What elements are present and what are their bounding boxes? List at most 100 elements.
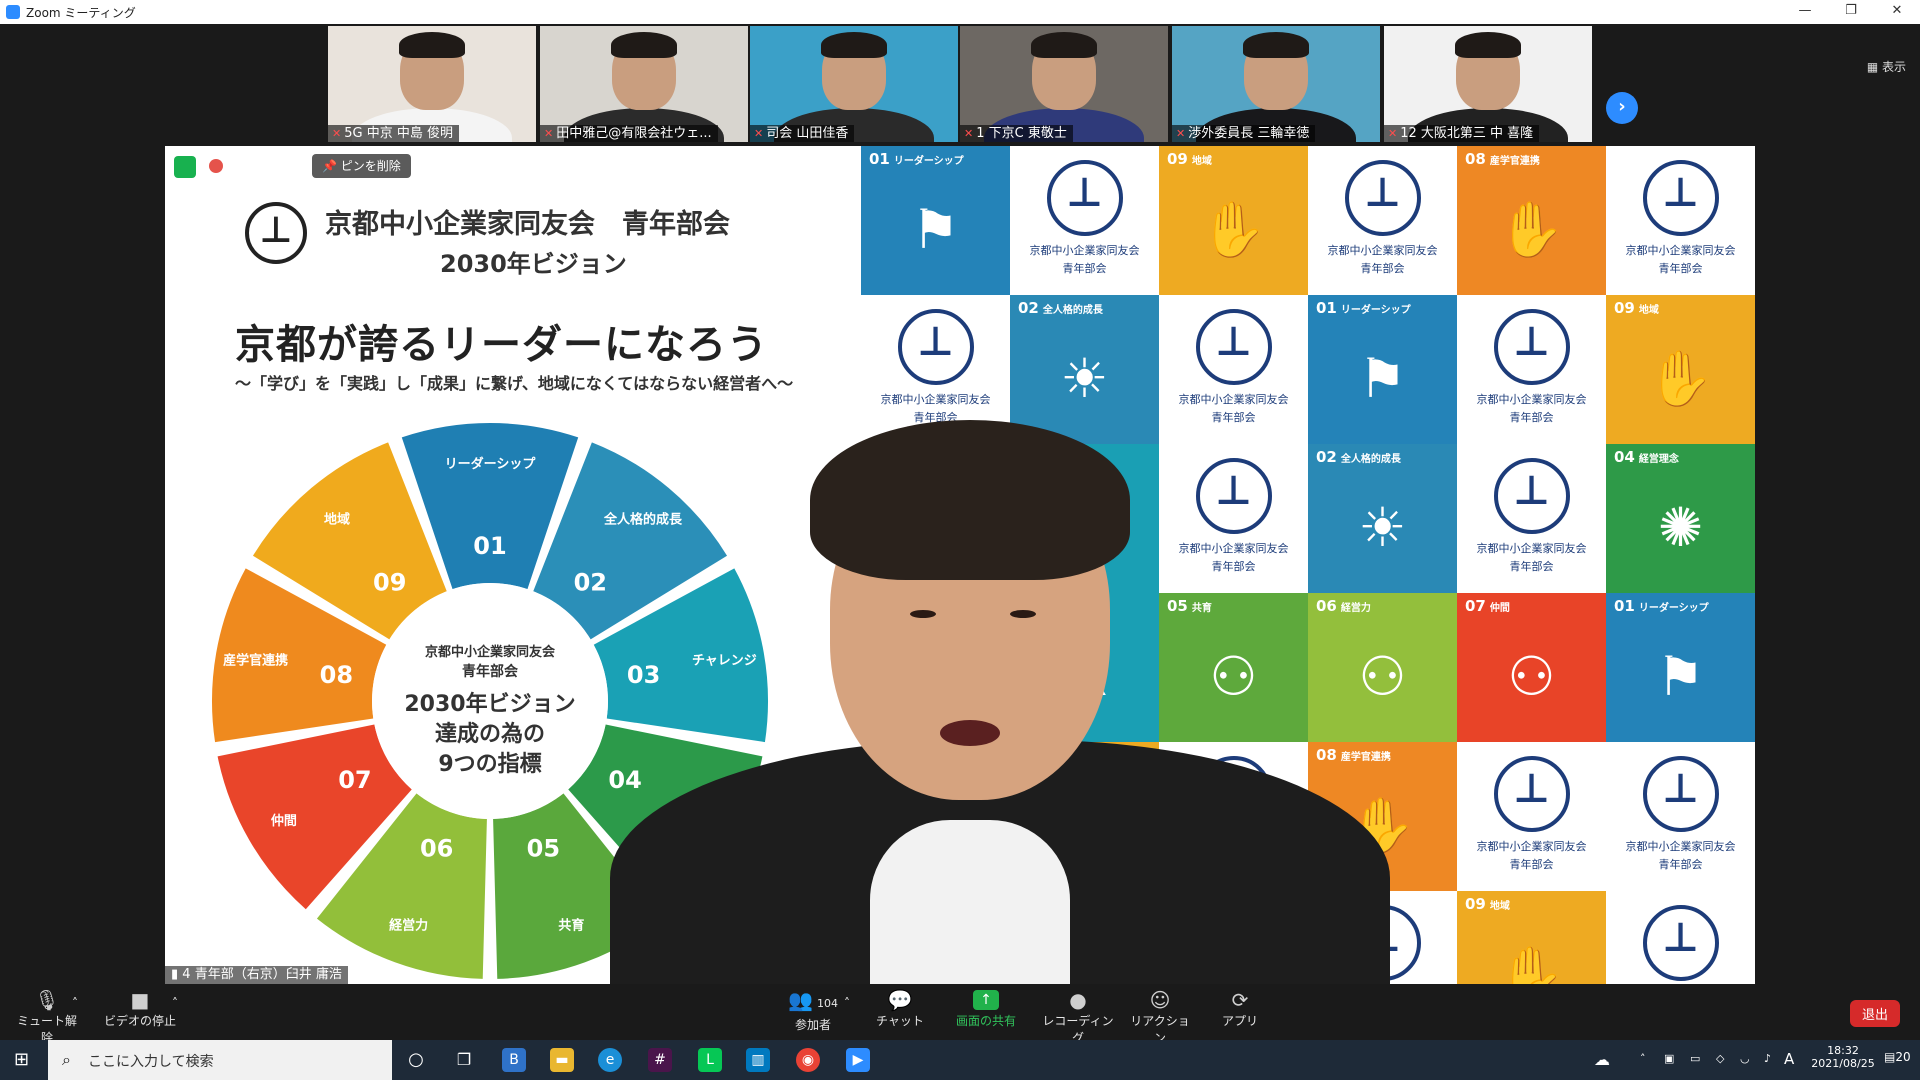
participants-button[interactable]: 👥 104 参加者 xyxy=(768,988,858,1033)
muted-mic-icon: ✕ xyxy=(964,127,974,140)
participant-thumbnail[interactable]: ✕ 田中雅己@有限会社ウェ... xyxy=(540,26,748,142)
goal-tile-header: 09地域 xyxy=(1614,299,1659,317)
wheel-segment-label: 仲間 xyxy=(271,813,297,829)
participant-hair xyxy=(399,32,465,58)
windows-start-icon[interactable]: ⊞ xyxy=(14,1051,32,1069)
apps-button[interactable]: ⟳ アプリ xyxy=(1220,988,1260,1029)
video-options-caret-icon[interactable]: ˄ xyxy=(168,996,182,1010)
logo-tile-line: 京都中小企業家同友会 xyxy=(880,393,991,406)
slack-icon[interactable]: # xyxy=(648,1048,672,1072)
logo-tile-line: 京都中小企業家同友会 xyxy=(1178,393,1289,406)
video-label: ビデオの停止 xyxy=(103,1014,176,1028)
chat-icon: 💬 xyxy=(887,988,913,1012)
weather-icon[interactable]: ☁ xyxy=(1594,1050,1610,1069)
slide-headline: 京都が誇るリーダーになろう xyxy=(235,322,768,368)
leave-button[interactable]: 退出 xyxy=(1849,1000,1900,1027)
wifi-icon[interactable]: ◡ xyxy=(1740,1052,1750,1065)
doyukai-logo-icon xyxy=(1344,160,1421,236)
participant-thumbnail[interactable]: ✕ 1 下京C 東敬士 xyxy=(960,26,1168,142)
chrome-icon[interactable]: ◉ xyxy=(796,1048,820,1072)
apps-label: アプリ xyxy=(1221,1014,1258,1028)
doyukai-logo-icon xyxy=(1493,756,1570,832)
goal-tile: 08 産学官連携 ✋ xyxy=(1457,146,1606,295)
logo-tile-line: 京都中小企業家同友会 xyxy=(1625,840,1736,853)
doyukai-logo xyxy=(245,202,307,264)
participant-name: 司会 山田佳香 xyxy=(766,126,849,141)
grid-icon: ▦ xyxy=(1866,60,1882,74)
slide-vision-title: 2030年ビジョン xyxy=(440,250,627,278)
participant-hair xyxy=(1243,32,1309,58)
network-icon[interactable]: ▭ xyxy=(1690,1052,1700,1065)
goal-pictogram-icon: ✋ xyxy=(1497,198,1566,261)
dropbox-icon[interactable]: ◇ xyxy=(1716,1052,1724,1065)
audio-options-caret-icon[interactable]: ˄ xyxy=(68,996,82,1010)
goal-pictogram-icon: ⚑ xyxy=(1358,347,1407,410)
unpin-button[interactable]: 📌 ピンを削除 xyxy=(312,154,411,178)
wheel-segment-number: 05 xyxy=(527,835,560,863)
muted-mic-icon: ✕ xyxy=(754,127,764,140)
wheel-segment-number: 06 xyxy=(420,835,453,863)
view-button[interactable]: ▦ 表示 xyxy=(1867,58,1906,75)
speaker-hair xyxy=(810,420,1130,580)
speaker-name-label: ▮ 4 青年部（右京）臼井 庸浩 xyxy=(165,966,348,984)
clock[interactable]: 18:32 2021/08/25 xyxy=(1808,1044,1878,1070)
notification-center-icon[interactable]: ▤20 xyxy=(1884,1050,1911,1064)
file-explorer-icon[interactable]: ▬ xyxy=(550,1048,574,1072)
participant-thumbnail[interactable]: ✕ 5G 中京 中島 俊明 xyxy=(328,26,536,142)
logo-tile-line: 京都中小企業家同友会 xyxy=(1625,244,1736,257)
doyukai-logo-icon xyxy=(1642,756,1719,832)
logo-tile-line: 京都中小企業家同友会 xyxy=(1327,244,1438,257)
logo-tile-line: 青年部会 xyxy=(1658,858,1703,871)
participants-caret-icon[interactable]: ˄ xyxy=(840,996,854,1010)
wheel-center-text: 達成の為の xyxy=(435,721,545,747)
close-button[interactable]: ✕ xyxy=(1874,0,1920,24)
logo-tile-line: 青年部会 xyxy=(1509,560,1554,573)
doyukai-logo-icon xyxy=(1493,309,1570,385)
restore-button[interactable]: ❐ xyxy=(1828,0,1874,24)
chat-button[interactable]: 💬 チャット xyxy=(872,988,928,1029)
tray-caret-icon[interactable]: ˄ xyxy=(1640,1052,1646,1065)
doyukai-logo-icon xyxy=(1046,160,1123,236)
logo-tile-line: 青年部会 xyxy=(1360,262,1405,275)
search-placeholder: ここに入力して検索 xyxy=(88,1054,214,1070)
goal-pictogram-icon: ⚑ xyxy=(1656,645,1705,708)
security-shield-icon[interactable] xyxy=(174,156,196,178)
wheel-segment-label: 共育 xyxy=(558,918,584,934)
task-view-icon[interactable]: ❐ xyxy=(452,1048,476,1072)
goal-pictogram-icon: ✋ xyxy=(1646,347,1715,410)
participant-thumbnail[interactable]: ✕ 司会 山田佳香 xyxy=(750,26,958,142)
next-page-arrow-icon[interactable]: › xyxy=(1606,92,1638,124)
goal-tile-header: 09地域 xyxy=(1465,895,1510,913)
speaker-eye xyxy=(1010,610,1036,618)
share-screen-button[interactable]: ↑ 画面の共有 xyxy=(950,988,1022,1029)
ime-indicator[interactable]: A xyxy=(1784,1050,1794,1068)
goal-pictogram-icon: ☀ xyxy=(1060,347,1109,410)
goal-tile: 09地域 ✋ xyxy=(1606,295,1755,444)
participant-thumbnail[interactable]: ✕ 渉外委員長 三輪幸徳 xyxy=(1172,26,1380,142)
gallery-strip: ✕ 5G 中京 中島 俊明 ✕ 田中雅己@有限会社ウェ... ✕ 司会 山田佳香 ✕ 1 下京… xyxy=(0,24,1920,144)
record-button[interactable]: ● レコーディング xyxy=(1040,988,1116,1046)
logo-tile-line: 京都中小企業家同友会 xyxy=(1476,542,1587,555)
trello-icon[interactable]: ▥ xyxy=(746,1048,770,1072)
share-arrow-icon: ↑ xyxy=(973,990,999,1010)
reaction-button[interactable]: ☺ リアクション xyxy=(1128,988,1192,1046)
participant-name: 田中雅己@有限会社ウェ... xyxy=(556,126,712,141)
edge-icon[interactable]: e xyxy=(598,1048,622,1072)
cortana-icon[interactable]: ○ xyxy=(404,1048,428,1072)
volume-icon[interactable]: ♪ xyxy=(1764,1052,1771,1065)
minimize-button[interactable]: — xyxy=(1782,0,1828,24)
taskbar-search-box[interactable]: ⌕ ここに入力して検索 xyxy=(48,1040,392,1080)
muted-mic-icon: ✕ xyxy=(544,127,554,140)
title-bar: Zoom ミーティング — ❐ ✕ xyxy=(0,0,1920,25)
logo-tile: 京都中小企業家同友会青年部会 xyxy=(1457,295,1606,444)
zoom-taskbar-icon[interactable]: ▶ xyxy=(846,1048,870,1072)
line-icon[interactable]: L xyxy=(698,1048,722,1072)
tray-apps-icon[interactable]: ▣ xyxy=(1664,1052,1674,1065)
share-label: 画面の共有 xyxy=(955,1014,1016,1028)
participant-thumbnail[interactable]: ✕ 12 大阪北第三 中 喜隆 xyxy=(1384,26,1592,142)
goal-tile-label: 地域 xyxy=(1489,901,1510,912)
goal-tile-header: 09地域 xyxy=(1167,150,1212,168)
bw-app-icon[interactable]: B xyxy=(502,1048,526,1072)
windows-taskbar: ⊞ ⌕ ここに入力して検索 ○ ❐ B ▬ e # L ▥ ◉ ▶ ☁ ˄ ▣ … xyxy=(0,1040,1920,1080)
participants-count: 104 xyxy=(816,997,838,1010)
